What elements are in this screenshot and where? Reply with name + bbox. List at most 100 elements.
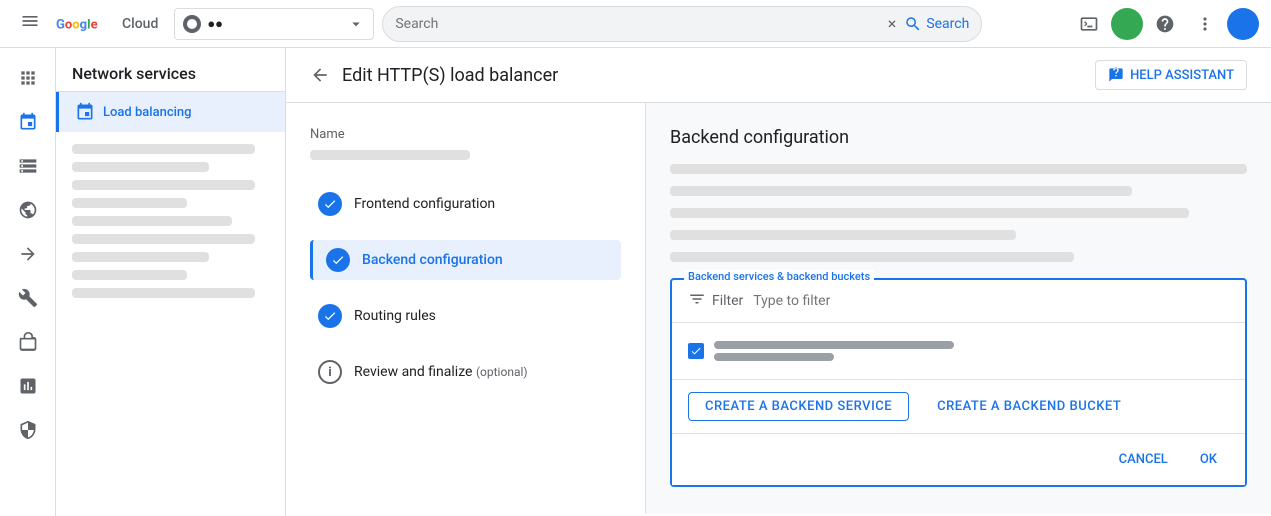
- check-icon: [690, 345, 702, 357]
- right-panel: Backend configuration Backend services &…: [646, 103, 1271, 514]
- skeleton-row-3: [670, 208, 1189, 218]
- search-label: Search: [926, 16, 969, 32]
- filter-label: Filter: [712, 293, 743, 309]
- step-1-icon: [318, 192, 342, 216]
- main-content: Edit HTTP(S) load balancer HELP ASSISTAN…: [286, 48, 1271, 516]
- item-bar-group: [714, 341, 1229, 361]
- more-vert-icon: [1195, 14, 1215, 34]
- sidebar: [0, 48, 56, 516]
- search-input[interactable]: [395, 16, 879, 32]
- step-backend-configuration[interactable]: Backend configuration: [310, 240, 621, 280]
- skeleton-nav-7: [72, 252, 209, 262]
- step-2-icon: [326, 248, 350, 272]
- create-backend-service-button[interactable]: CREATE A BACKEND SERVICE: [688, 392, 909, 421]
- filter-row: Filter: [672, 280, 1245, 323]
- terminal-icon-btn[interactable]: [1071, 6, 1107, 42]
- search-icon: [904, 15, 922, 33]
- step-list: Frontend configuration Backend configura…: [310, 184, 621, 392]
- sidebar-item-forward[interactable]: [0, 232, 56, 276]
- sidebar-item-briefcase[interactable]: [0, 320, 56, 364]
- clear-icon[interactable]: ×: [888, 14, 897, 33]
- skeleton-row-5: [670, 252, 1074, 262]
- skeleton-row-4: [670, 230, 1016, 240]
- backend-fieldset-legend: Backend services & backend buckets: [684, 270, 874, 283]
- help-assistant-label: HELP ASSISTANT: [1130, 68, 1234, 83]
- content-area: Name Frontend configuration: [286, 103, 1271, 514]
- topbar: Google Cloud ●● × Search: [0, 0, 1271, 48]
- google-cloud-logo: Google Cloud: [56, 13, 158, 35]
- project-selector[interactable]: ●●: [174, 8, 374, 40]
- sidebar-item-apps[interactable]: [0, 56, 56, 100]
- item-bar-wide: [714, 341, 954, 349]
- sidebar-item-shield[interactable]: [0, 408, 56, 452]
- dropdown-item-1[interactable]: [672, 331, 1245, 371]
- dropdown-content: [672, 323, 1245, 379]
- info-icon-text: i: [328, 366, 331, 379]
- checkmark-icon-3: [323, 309, 337, 323]
- sidebar-item-network[interactable]: [0, 100, 56, 144]
- sidebar-item-load-balancing[interactable]: Load balancing: [56, 92, 285, 132]
- step-4-icon: i: [318, 360, 342, 384]
- skeleton-nav-2: [72, 162, 209, 172]
- page-title: Edit HTTP(S) load balancer: [342, 65, 558, 86]
- search-bar: × Search: [382, 6, 982, 42]
- step-3-label: Routing rules: [354, 308, 436, 324]
- svg-text:Google: Google: [56, 17, 98, 32]
- left-nav: Network services Load balancing: [56, 48, 286, 516]
- help-icon-btn[interactable]: [1147, 6, 1183, 42]
- skeleton-nav-9: [72, 288, 255, 298]
- avatar[interactable]: [1227, 8, 1259, 40]
- name-label: Name: [310, 127, 621, 142]
- layout: Network services Load balancing Edit HTT…: [0, 48, 1271, 516]
- status-indicator[interactable]: [1111, 8, 1143, 40]
- skeleton-nav-8: [72, 270, 187, 280]
- sidebar-item-tools[interactable]: [0, 276, 56, 320]
- skeleton-nav-3: [72, 180, 255, 190]
- sidebar-item-server[interactable]: [0, 144, 56, 188]
- item-bar-narrow: [714, 353, 834, 361]
- skeleton-row-1: [670, 164, 1247, 174]
- name-placeholder: [310, 150, 470, 160]
- create-backend-bucket-button[interactable]: CREATE A BACKEND BUCKET: [921, 393, 1137, 420]
- step-review-finalize[interactable]: i Review and finalize (optional): [310, 352, 621, 392]
- action-row: CREATE A BACKEND SERVICE CREATE A BACKEN…: [672, 379, 1245, 433]
- footer-row: CANCEL OK: [672, 433, 1245, 485]
- logo-cloud-text: Cloud: [122, 16, 158, 32]
- page-header: Edit HTTP(S) load balancer HELP ASSISTAN…: [286, 48, 1271, 103]
- help-icon: [1155, 14, 1175, 34]
- name-section: Name: [310, 127, 621, 160]
- topbar-right: [1071, 6, 1259, 42]
- filter-icon: [688, 290, 706, 312]
- sidebar-item-globe[interactable]: [0, 188, 56, 232]
- more-icon-btn[interactable]: [1187, 6, 1223, 42]
- help-assistant-icon: [1108, 67, 1124, 83]
- ok-button[interactable]: OK: [1188, 446, 1229, 473]
- step-routing-rules[interactable]: Routing rules: [310, 296, 621, 336]
- steps-panel: Name Frontend configuration: [286, 103, 646, 514]
- search-button[interactable]: Search: [904, 15, 969, 33]
- skeleton-nav-4: [72, 198, 187, 208]
- terminal-icon: [1079, 14, 1099, 34]
- help-assistant-button[interactable]: HELP ASSISTANT: [1095, 60, 1247, 90]
- step-1-label: Frontend configuration: [354, 196, 495, 212]
- skeleton-row-2: [670, 186, 1132, 196]
- skeleton-nav-6: [72, 234, 255, 244]
- skeleton-nav-1: [72, 144, 255, 154]
- filter-input[interactable]: [753, 293, 1229, 309]
- left-nav-header: Network services: [56, 48, 285, 92]
- step-frontend-configuration[interactable]: Frontend configuration: [310, 184, 621, 224]
- menu-icon[interactable]: [12, 3, 48, 44]
- step-4-label: Review and finalize (optional): [354, 364, 528, 380]
- skeleton-nav-5: [72, 216, 232, 226]
- checkbox-checked-icon: [688, 343, 704, 359]
- cancel-button[interactable]: CANCEL: [1107, 446, 1180, 473]
- checkmark-icon-2: [331, 253, 345, 267]
- load-balancing-icon: [75, 102, 95, 122]
- back-button[interactable]: [310, 65, 330, 85]
- step-2-label: Backend configuration: [362, 252, 503, 268]
- project-icon: [183, 15, 201, 33]
- step-3-icon: [318, 304, 342, 328]
- backend-services-fieldset: Backend services & backend buckets Filte…: [670, 278, 1247, 487]
- back-arrow-icon: [310, 65, 330, 85]
- sidebar-item-chart[interactable]: [0, 364, 56, 408]
